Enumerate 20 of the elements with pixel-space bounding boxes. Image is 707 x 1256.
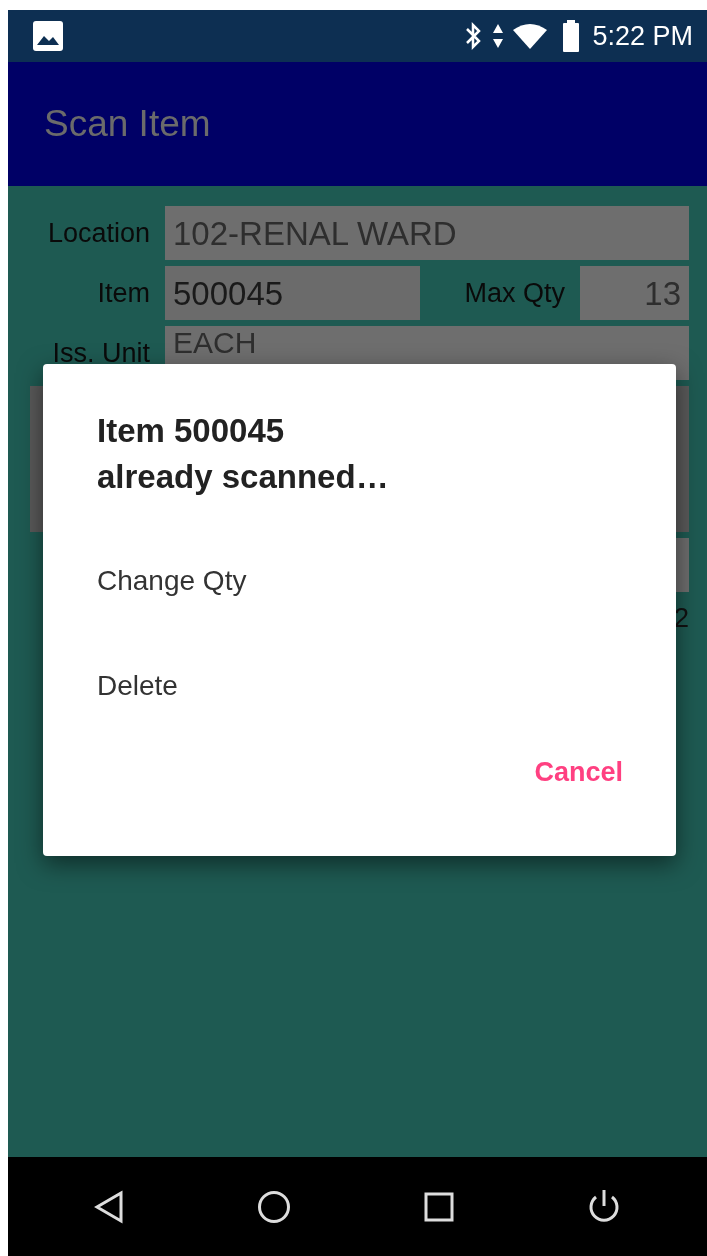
max-qty-field: 13 — [580, 266, 689, 320]
image-icon — [32, 20, 64, 52]
bluetooth-icon — [464, 21, 483, 51]
menu-option[interactable]: Delete — [97, 633, 178, 738]
field-label: Item — [96, 276, 150, 310]
menu-option[interactable]: Change Qty — [97, 528, 247, 633]
back-icon — [94, 1189, 125, 1224]
screen-title: Scan Item — [44, 102, 211, 147]
dialog-title: Item 500045 already scanned… — [97, 411, 390, 497]
location-field: 102-RENAL WARD — [165, 206, 689, 260]
data-arrows-icon — [492, 23, 505, 49]
battery-icon — [562, 20, 581, 52]
clock-time: 5:22 PM — [592, 19, 693, 53]
field-label: Iss. Unit — [51, 336, 150, 370]
wifi-icon — [512, 22, 549, 50]
recents-icon — [423, 1191, 454, 1222]
home-icon — [257, 1189, 292, 1224]
field-label: Max Qty — [463, 276, 565, 310]
value-text: 2 — [673, 602, 689, 635]
field-label: Location — [46, 216, 150, 250]
